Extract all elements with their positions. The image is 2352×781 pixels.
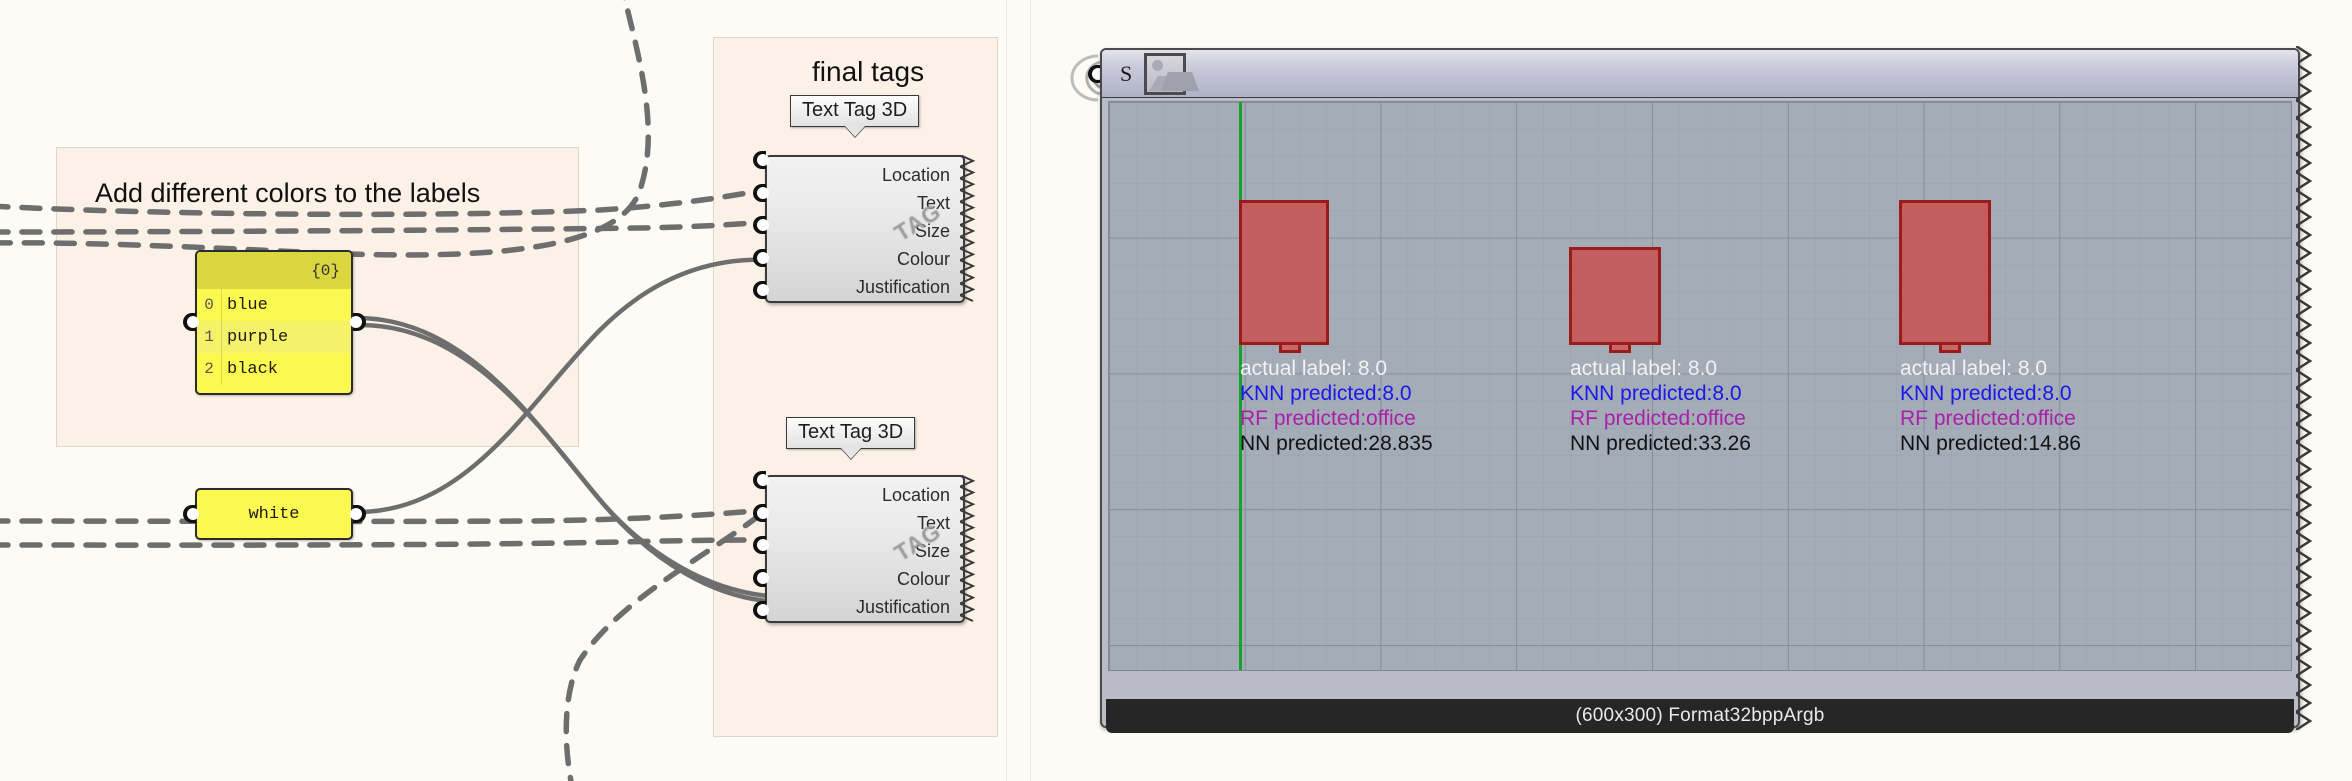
viewport-box — [1899, 200, 1991, 345]
label-knn: KNN predicted:8.0 — [1570, 382, 1742, 405]
panel-white-output-port[interactable] — [350, 505, 366, 523]
viewport-zigzag-edge — [2296, 46, 2313, 730]
row-value: purple — [227, 327, 289, 347]
panel-colors[interactable]: {0} 0 blue 1 purple 2 black — [195, 250, 353, 395]
label-knn: KNN predicted:8.0 — [1900, 382, 2072, 405]
label-rf: RF predicted:office — [1900, 407, 2076, 430]
tag-block-object-2: actual label: 8.0 KNN predicted:8.0 RF p… — [1570, 356, 1751, 456]
label-actual: actual label: 8.0 — [1240, 357, 1388, 380]
canvas-separator-right — [1030, 0, 1031, 781]
image-icon[interactable] — [1144, 52, 1200, 95]
name-tag-text-tag-3d-1: Text Tag 3D — [790, 95, 920, 137]
viewport-status-bar: (600x300) Format32bppArgb — [1106, 699, 2294, 733]
viewport-box — [1569, 247, 1661, 345]
tag-block-object-1: actual label: 8.0 KNN predicted:8.0 RF p… — [1240, 356, 1433, 456]
viewport-status-text: (600x300) Format32bppArgb — [1575, 705, 1825, 726]
panel-index-divider — [221, 289, 222, 385]
row-value: blue — [227, 295, 268, 315]
row-value: black — [227, 359, 279, 379]
component-input-labels: Location Text Size Colour Justification … — [767, 477, 963, 621]
wire-dashed-bottom2 — [0, 537, 768, 548]
viewport-box-tab — [1609, 342, 1631, 353]
label-nn: NN predicted:28.835 — [1240, 432, 1433, 455]
row-index: 0 — [204, 296, 214, 314]
wire-dashed-bottom — [0, 507, 768, 525]
component-text-tag-3d-2[interactable]: Location Text Size Colour Justification … — [765, 475, 976, 623]
input-label-location: Location — [881, 485, 950, 505]
viewport-canvas[interactable]: actual label: 8.0 KNN predicted:8.0 RF p… — [1108, 101, 2292, 671]
panel-white-value: white — [248, 504, 300, 524]
grasshopper-canvas[interactable]: Add different colors to the labels final… — [0, 0, 2352, 781]
name-tag-pointer — [840, 448, 861, 459]
group-title-final-tags: final tags — [812, 56, 925, 87]
viewport-port-label: S — [1120, 60, 1133, 86]
component-text-tag-3d-1[interactable]: Location Text Size Colour Justification … — [765, 155, 976, 303]
panel-colors-path: {0} — [197, 252, 351, 289]
label-knn: KNN predicted:8.0 — [1240, 382, 1412, 405]
label-rf: RF predicted:office — [1240, 407, 1416, 430]
input-label-justification: Justification — [855, 277, 950, 297]
group-final-tags[interactable] — [713, 37, 998, 737]
viewport-header[interactable]: S — [1102, 50, 2298, 98]
label-nn: NN predicted:14.86 — [1900, 432, 2081, 455]
panel-colors-rows: 0 blue 1 purple 2 black — [197, 289, 351, 385]
component-input-labels: Location Text Size Colour Justification … — [767, 157, 963, 301]
input-label-colour: Colour — [896, 249, 950, 269]
input-label-colour: Colour — [896, 569, 950, 589]
name-tag-label: Text Tag 3D — [802, 99, 908, 121]
viewport-image-component[interactable]: S actual label: 8.0 KNN predicted:8.0 RF… — [1100, 46, 2313, 733]
input-label-location: Location — [881, 165, 950, 185]
name-tag-text-tag-3d-2: Text Tag 3D — [786, 417, 916, 459]
row-index: 2 — [204, 360, 214, 378]
tag-block-object-3: actual label: 8.0 KNN predicted:8.0 RF p… — [1900, 356, 2081, 456]
canvas-separator-left — [1006, 0, 1007, 781]
component-zigzag-edge — [960, 155, 976, 302]
label-actual: actual label: 8.0 — [1570, 357, 1718, 380]
label-actual: actual label: 8.0 — [1900, 357, 2048, 380]
panel-white[interactable]: white — [195, 488, 353, 540]
name-tag-pointer — [844, 126, 865, 137]
input-label-justification: Justification — [855, 597, 950, 617]
name-tag-label: Text Tag 3D — [798, 421, 904, 443]
viewport-box-tab — [1279, 342, 1301, 353]
component-zigzag-edge — [960, 475, 976, 622]
viewport-box-tab — [1939, 342, 1961, 353]
group-title-add-colors: Add different colors to the labels — [95, 178, 481, 208]
label-rf: RF predicted:office — [1570, 407, 1746, 430]
row-index: 1 — [204, 328, 214, 346]
label-nn: NN predicted:33.26 — [1570, 432, 1751, 455]
viewport-box — [1239, 200, 1329, 345]
